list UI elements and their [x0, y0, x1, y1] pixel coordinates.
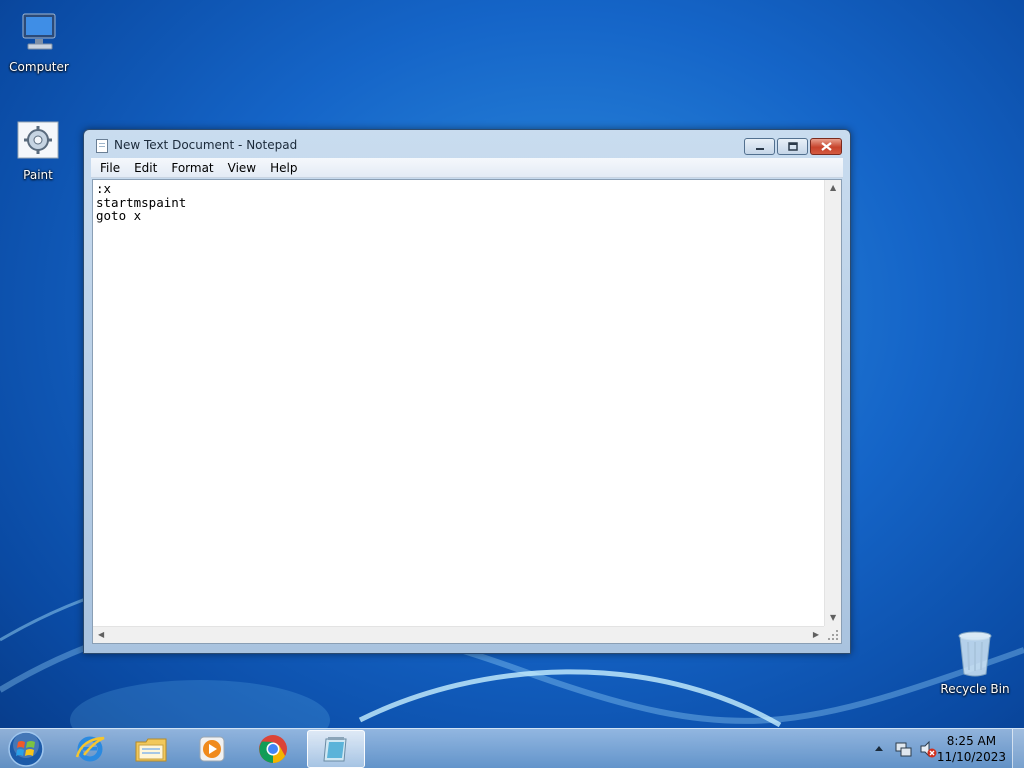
title-bar[interactable]: New Text Document - Notepad: [84, 130, 850, 160]
windows-explorer-icon: [135, 738, 167, 762]
network-icon[interactable]: [894, 740, 912, 758]
notepad-icon: [96, 139, 108, 153]
computer-icon: [15, 8, 63, 56]
notepad-window[interactable]: New Text Document - Notepad File Edit Fo…: [83, 129, 851, 654]
show-desktop-button[interactable]: [1012, 729, 1024, 768]
clock-time: 8:25 AM: [946, 734, 997, 748]
menu-file[interactable]: File: [93, 161, 127, 175]
menu-edit[interactable]: Edit: [127, 161, 164, 175]
desktop-icon-computer[interactable]: Computer: [1, 8, 77, 74]
window-title: New Text Document - Notepad: [114, 138, 298, 152]
recycle-bin-icon: [951, 630, 999, 678]
size-grip-icon[interactable]: [824, 626, 841, 643]
taskbar-windows-explorer[interactable]: [122, 730, 180, 768]
desktop-icon-recycle-bin[interactable]: Recycle Bin: [937, 630, 1013, 696]
minimize-icon: [755, 147, 764, 150]
menu-format[interactable]: Format: [164, 161, 220, 175]
internet-explorer-icon: [75, 736, 105, 762]
scroll-up-arrow-icon[interactable]: ▲: [830, 184, 836, 192]
notepad-icon: [323, 737, 347, 762]
close-icon: [820, 142, 832, 151]
clock-date: 11/10/2023: [936, 750, 1006, 764]
maximize-icon: [787, 142, 798, 151]
taskbar-media-player[interactable]: [183, 730, 241, 768]
start-button[interactable]: [6, 730, 46, 768]
text-editor[interactable]: :x startmspaint goto x: [95, 182, 823, 625]
vertical-scrollbar[interactable]: ▲ ▼: [824, 180, 841, 626]
desktop-icon-label: Computer: [9, 60, 69, 74]
media-player-icon: [199, 736, 225, 762]
clock[interactable]: 8:25 AM 11/10/2023: [937, 733, 1006, 765]
menu-help[interactable]: Help: [263, 161, 304, 175]
scroll-left-arrow-icon[interactable]: ◀: [98, 631, 104, 639]
menu-bar: File Edit Format View Help: [91, 158, 843, 178]
volume-muted-icon[interactable]: [919, 740, 937, 758]
taskbar-internet-explorer[interactable]: [61, 730, 119, 768]
chrome-icon: [259, 735, 287, 763]
windows-orb-icon: [8, 731, 44, 767]
taskbar: 8:25 AM 11/10/2023: [0, 728, 1024, 768]
desktop-icon-paint[interactable]: Paint: [0, 116, 76, 182]
horizontal-scrollbar[interactable]: ◀ ▶: [93, 626, 824, 643]
show-hidden-icons-icon[interactable]: [874, 744, 884, 752]
taskbar-notepad[interactable]: [307, 730, 365, 768]
desktop-icon-label: Paint: [23, 168, 53, 182]
close-button[interactable]: [810, 138, 842, 155]
taskbar-chrome[interactable]: [244, 730, 302, 768]
scroll-down-arrow-icon[interactable]: ▼: [830, 614, 836, 622]
minimize-button[interactable]: [744, 138, 775, 155]
desktop-icon-label: Recycle Bin: [940, 682, 1010, 696]
maximize-button[interactable]: [777, 138, 808, 155]
paint-icon: [14, 116, 62, 164]
system-tray: 8:25 AM 11/10/2023: [864, 729, 1024, 768]
menu-view[interactable]: View: [221, 161, 263, 175]
scroll-right-arrow-icon[interactable]: ▶: [813, 631, 819, 639]
editor-frame: :x startmspaint goto x ▲ ▼ ◀ ▶: [92, 179, 842, 644]
